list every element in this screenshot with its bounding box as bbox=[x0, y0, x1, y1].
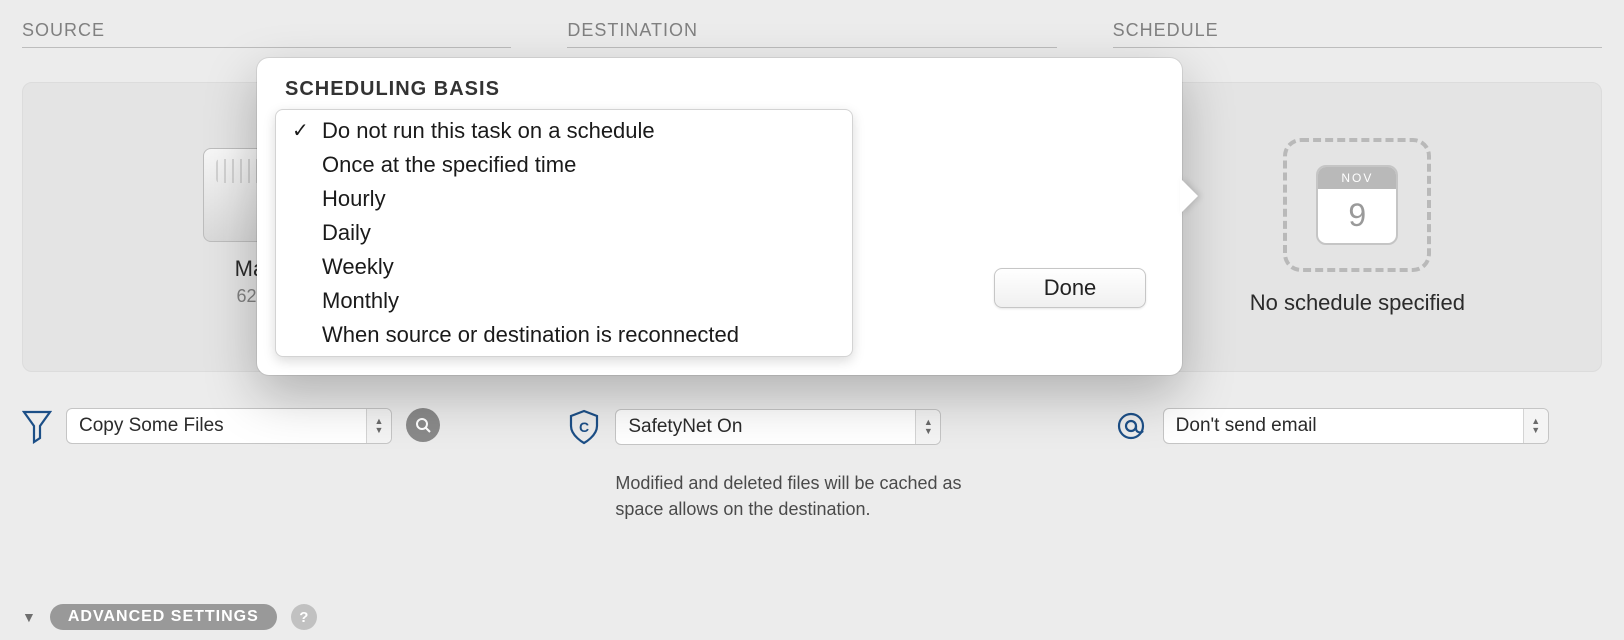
safetynet-value: SafetyNet On bbox=[628, 416, 742, 438]
schedule-option[interactable]: Once at the specified time bbox=[276, 148, 852, 182]
stepper-icon: ▲▼ bbox=[366, 409, 391, 443]
scheduling-basis-menu[interactable]: Do not run this task on a scheduleOnce a… bbox=[275, 109, 853, 357]
svg-text:C: C bbox=[579, 419, 589, 435]
schedule-status: No schedule specified bbox=[1250, 290, 1465, 316]
safetynet-desc: Modified and deleted files will be cache… bbox=[615, 470, 975, 522]
copy-mode-select[interactable]: Copy Some Files ▲▼ bbox=[66, 408, 392, 444]
advanced-settings-button[interactable]: ADVANCED SETTINGS bbox=[50, 604, 277, 630]
email-value: Don't send email bbox=[1176, 415, 1317, 437]
schedule-option[interactable]: Hourly bbox=[276, 182, 852, 216]
scheduling-popover: SCHEDULING BASIS Do not run this task on… bbox=[257, 58, 1182, 375]
copy-mode-value: Copy Some Files bbox=[79, 415, 224, 437]
schedule-panel[interactable]: NOV 9 No schedule specified bbox=[1113, 82, 1602, 372]
calendar-month: NOV bbox=[1318, 167, 1396, 189]
schedule-option[interactable]: Do not run this task on a schedule bbox=[276, 114, 852, 148]
email-select[interactable]: Don't send email ▲▼ bbox=[1163, 408, 1549, 444]
search-button[interactable] bbox=[406, 408, 440, 442]
disclosure-triangle-icon[interactable]: ▼ bbox=[22, 609, 36, 625]
schedule-option[interactable]: Monthly bbox=[276, 284, 852, 318]
shield-icon: C bbox=[567, 408, 601, 446]
schedule-option[interactable]: When source or destination is reconnecte… bbox=[276, 318, 852, 352]
stepper-icon: ▲▼ bbox=[915, 410, 940, 444]
done-button[interactable]: Done bbox=[994, 268, 1146, 308]
at-icon bbox=[1113, 408, 1149, 444]
schedule-option[interactable]: Daily bbox=[276, 216, 852, 250]
destination-header: DESTINATION bbox=[567, 20, 1056, 48]
schedule-option[interactable]: Weekly bbox=[276, 250, 852, 284]
source-header: SOURCE bbox=[22, 20, 511, 48]
schedule-header: SCHEDULE bbox=[1113, 20, 1602, 48]
safetynet-select[interactable]: SafetyNet On ▲▼ bbox=[615, 409, 941, 445]
search-icon bbox=[415, 417, 431, 433]
calendar-day: 9 bbox=[1318, 189, 1396, 241]
help-button[interactable]: ? bbox=[291, 604, 317, 630]
stepper-icon: ▲▼ bbox=[1523, 409, 1548, 443]
popover-title: SCHEDULING BASIS bbox=[257, 78, 1182, 109]
calendar-icon: NOV 9 bbox=[1283, 138, 1431, 272]
funnel-icon bbox=[22, 408, 52, 444]
